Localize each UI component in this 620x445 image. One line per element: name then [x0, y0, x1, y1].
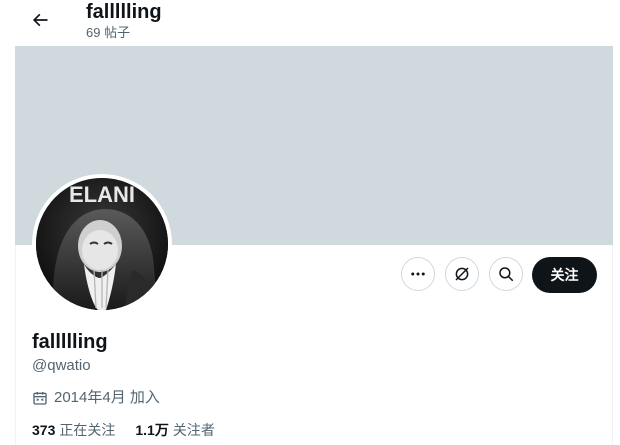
- more-options-button[interactable]: [401, 257, 435, 291]
- joined-date: 2014年4月 加入: [32, 388, 160, 408]
- following-count: 373: [32, 422, 56, 438]
- grok-button[interactable]: [445, 257, 479, 291]
- header-name: fallllling: [86, 1, 162, 23]
- calendar-icon: [33, 392, 47, 405]
- following-label: 正在关注: [59, 422, 116, 438]
- joined-text: 2014年4月 加入: [54, 389, 160, 406]
- grok-icon: [455, 267, 469, 281]
- back-button[interactable]: [24, 4, 56, 36]
- header-post-count: 69 帖子: [86, 25, 131, 40]
- more-horizontal-icon: [411, 272, 425, 276]
- avatar-frame: ELANI: [32, 174, 172, 314]
- profile-handle: @qwatio: [32, 357, 91, 374]
- search-icon: [499, 267, 514, 282]
- followers-label: 关注者: [172, 422, 215, 438]
- top-bar: fallllling 69 帖子: [0, 0, 620, 46]
- followers-count: 1.1万: [135, 422, 169, 438]
- avatar-image: ELANI: [36, 178, 168, 310]
- arrow-left-icon: [32, 13, 48, 27]
- search-button[interactable]: [489, 257, 523, 291]
- avatar-logo-text: ELANI: [69, 182, 135, 207]
- profile-name: fallllling: [32, 331, 108, 353]
- avatar[interactable]: ELANI: [36, 178, 168, 310]
- follow-button[interactable]: 关注: [532, 257, 597, 293]
- followers-link[interactable]: 1.1万 关注者: [135, 420, 214, 440]
- follow-stats: 373 正在关注 1.1万 关注者: [32, 420, 235, 440]
- following-link[interactable]: 373 正在关注: [32, 420, 115, 440]
